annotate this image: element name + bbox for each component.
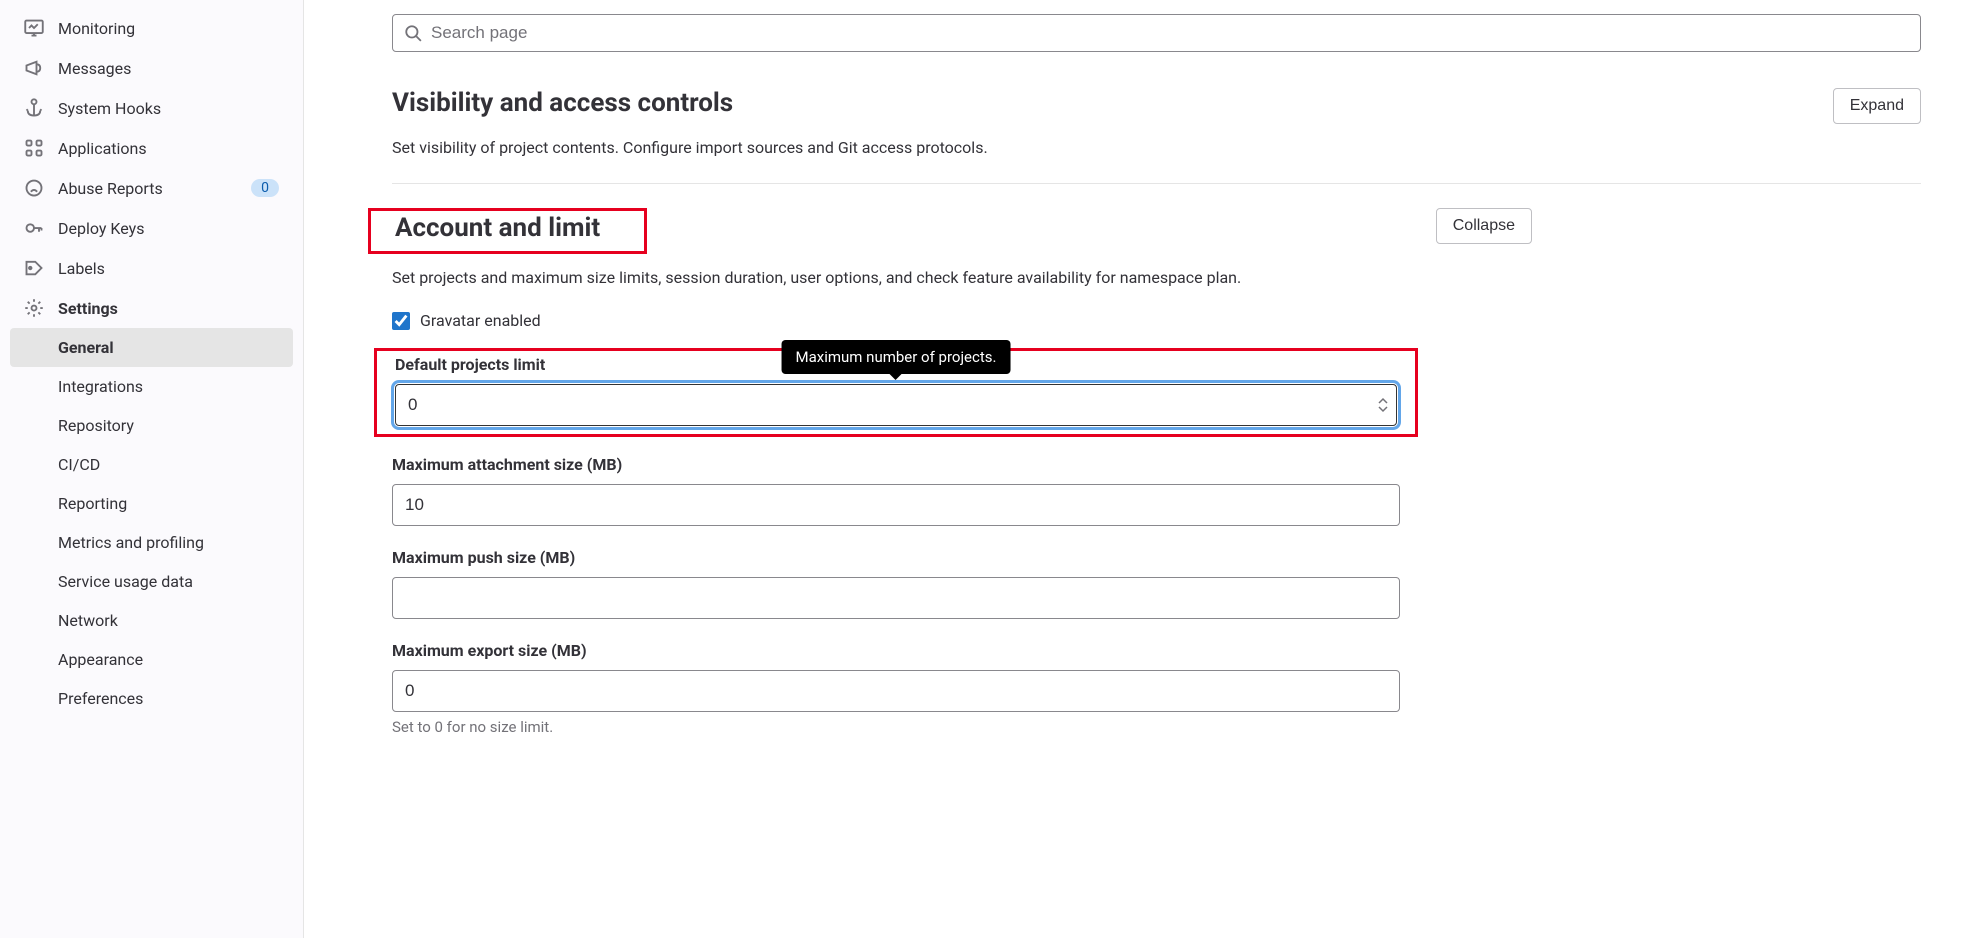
abuse-badge: 0	[251, 179, 279, 197]
key-icon	[24, 218, 44, 238]
gravatar-row: Gravatar enabled	[392, 311, 1400, 330]
sidebar: Monitoring Messages System Hooks Applica…	[0, 0, 304, 938]
max-attach-input[interactable]	[392, 484, 1400, 526]
expand-button[interactable]: Expand	[1833, 88, 1921, 124]
gear-icon	[24, 298, 44, 318]
sidebar-subitem-reporting[interactable]: Reporting	[10, 484, 293, 523]
anchor-icon	[24, 98, 44, 118]
search-page-input[interactable]	[392, 14, 1921, 52]
sidebar-subitem-preferences[interactable]: Preferences	[10, 679, 293, 718]
applications-icon	[24, 138, 44, 158]
sidebar-subitem-appearance[interactable]: Appearance	[10, 640, 293, 679]
max-export-help: Set to 0 for no size limit.	[392, 718, 1400, 736]
section-title-visibility: Visibility and access controls	[392, 88, 733, 118]
gravatar-label: Gravatar enabled	[420, 311, 541, 330]
sidebar-subitem-cicd[interactable]: CI/CD	[10, 445, 293, 484]
gravatar-checkbox[interactable]	[392, 312, 410, 330]
sidebar-subitem-repository[interactable]: Repository	[10, 406, 293, 445]
account-form: Gravatar enabled Default projects limit …	[392, 311, 1400, 736]
sidebar-item-system-hooks[interactable]: System Hooks	[10, 88, 293, 128]
main-content: Visibility and access controls Expand Se…	[304, 0, 1981, 938]
sidebar-item-label: Applications	[58, 139, 147, 158]
search-icon	[404, 24, 422, 42]
sidebar-item-messages[interactable]: Messages	[10, 48, 293, 88]
sidebar-item-label: Labels	[58, 259, 105, 278]
sidebar-item-label: Settings	[58, 299, 118, 318]
monitoring-icon	[24, 18, 44, 38]
sidebar-subitem-service-usage[interactable]: Service usage data	[10, 562, 293, 601]
sidebar-item-deploy-keys[interactable]: Deploy Keys	[10, 208, 293, 248]
sidebar-item-label: Deploy Keys	[58, 219, 144, 238]
max-push-input[interactable]	[392, 577, 1400, 619]
projects-limit-input[interactable]	[395, 384, 1397, 426]
megaphone-icon	[24, 58, 44, 78]
section-title-account: Account and limit	[395, 213, 600, 243]
label-icon	[24, 258, 44, 278]
sidebar-item-labels[interactable]: Labels	[10, 248, 293, 288]
sidebar-subitem-network[interactable]: Network	[10, 601, 293, 640]
sidebar-item-monitoring[interactable]: Monitoring	[10, 8, 293, 48]
projects-limit-tooltip: Maximum number of projects.	[782, 340, 1011, 374]
sidebar-item-label: System Hooks	[58, 99, 161, 118]
section-account-limit: Account and limit Collapse Set projects …	[392, 208, 1532, 736]
abuse-icon	[24, 178, 44, 198]
sidebar-item-label: Abuse Reports	[58, 179, 163, 198]
sidebar-item-applications[interactable]: Applications	[10, 128, 293, 168]
sidebar-item-settings[interactable]: Settings	[10, 288, 293, 328]
sidebar-item-label: Monitoring	[58, 19, 135, 38]
max-push-label: Maximum push size (MB)	[392, 548, 1400, 567]
sidebar-item-abuse-reports[interactable]: Abuse Reports 0	[10, 168, 293, 208]
section-visibility: Visibility and access controls Expand Se…	[392, 88, 1921, 184]
max-export-label: Maximum export size (MB)	[392, 641, 1400, 660]
highlight-account-title: Account and limit	[368, 208, 647, 254]
sidebar-subitem-metrics[interactable]: Metrics and profiling	[10, 523, 293, 562]
section-desc-account: Set projects and maximum size limits, se…	[392, 268, 1532, 287]
collapse-button[interactable]: Collapse	[1436, 208, 1532, 244]
highlight-projects-limit: Default projects limit Maximum number of…	[374, 348, 1418, 437]
sidebar-item-label: Messages	[58, 59, 131, 78]
section-desc-visibility: Set visibility of project contents. Conf…	[392, 138, 1921, 157]
max-attach-label: Maximum attachment size (MB)	[392, 455, 1400, 474]
sidebar-subitem-integrations[interactable]: Integrations	[10, 367, 293, 406]
max-export-input[interactable]	[392, 670, 1400, 712]
sidebar-subitem-general[interactable]: General	[10, 328, 293, 367]
search-wrap	[392, 14, 1921, 52]
number-spinner-icon[interactable]	[1377, 397, 1389, 413]
